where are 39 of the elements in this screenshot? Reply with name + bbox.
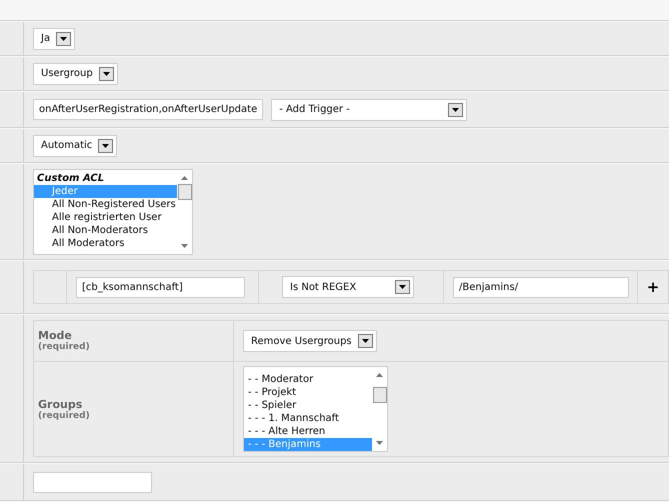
list-option[interactable]: Alle registrierten User	[34, 210, 177, 224]
access-list[interactable]: Custom ACL Jeder All Non-Registered Users Alle registrierten User All Non-Moderators All Moderators	[33, 168, 193, 254]
caret-icon	[448, 102, 464, 116]
trigger-field[interactable]: onAfterUserRegistration,onAfterUserUpdate	[33, 99, 264, 120]
value-input[interactable]: /Benjamins/	[453, 276, 629, 298]
dropdown[interactable]: Automatic	[33, 134, 118, 156]
scroll-up-icon[interactable]	[181, 176, 188, 180]
list-option[interactable]: - - - Alte Herren	[244, 425, 372, 438]
dropdown[interactable]: Ja	[33, 28, 76, 50]
list-group-header: Custom ACL	[36, 172, 106, 184]
list-option[interactable]: - - Moderator	[244, 373, 372, 386]
caret-icon	[98, 138, 114, 152]
required-note: (required)	[38, 410, 91, 420]
scroll-thumb[interactable]	[178, 184, 192, 200]
text-input[interactable]	[33, 472, 152, 492]
scroll-down-icon[interactable]	[376, 441, 383, 445]
list-option[interactable]: - - Projekt	[244, 386, 372, 399]
list-option[interactable]: All Non-Registered Users	[34, 198, 177, 210]
operator-dropdown[interactable]: Is Not REGEX	[282, 276, 414, 298]
scroll-thumb[interactable]	[372, 387, 386, 403]
scroll-up-icon[interactable]	[376, 373, 383, 377]
field-name-input[interactable]: [cb_ksomannschaft]	[76, 276, 245, 298]
caret-icon	[56, 32, 72, 46]
list-option[interactable]: All Non-Moderators	[34, 224, 177, 236]
groups-list[interactable]: - - Moderator - - Projekt - - Spieler - - - 1. Mannschaft - - - Alte Herren - - - Benjamins	[243, 366, 388, 452]
param-label: Groups	[38, 398, 84, 410]
caret-icon	[395, 280, 410, 294]
required-note: (required)	[38, 342, 91, 352]
list-option[interactable]: All Moderators	[34, 236, 177, 250]
trigger-dropdown[interactable]: - Add Trigger -	[271, 98, 468, 120]
list-option[interactable]: - - - 1. Mannschaft	[244, 412, 372, 425]
mode-dropdown[interactable]: Remove Usergroups	[243, 330, 377, 352]
scroll-down-icon[interactable]	[181, 244, 188, 248]
caret-icon	[98, 66, 114, 80]
add-button[interactable]: +	[642, 278, 664, 296]
param-label: Mode	[38, 329, 73, 342]
list-option[interactable]: - - Spieler	[244, 399, 372, 412]
caret-icon	[358, 334, 373, 348]
dropdown[interactable]: Usergroup	[33, 62, 118, 84]
